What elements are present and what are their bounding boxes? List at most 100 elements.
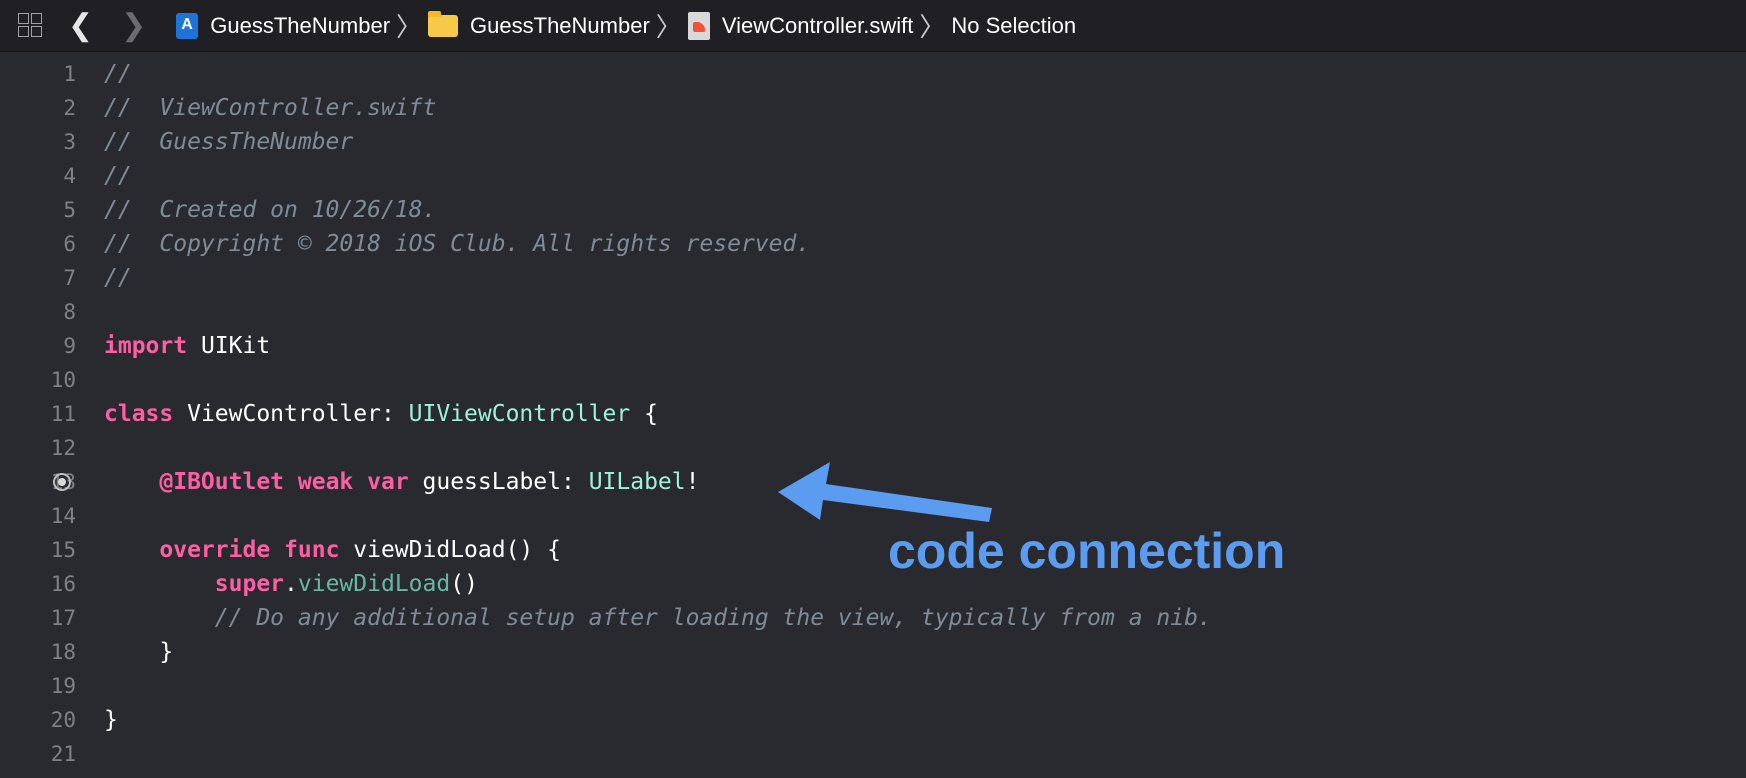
line-number: 18	[50, 640, 76, 664]
code-line[interactable]: 8	[0, 295, 1746, 329]
code-line[interactable]: 10	[0, 363, 1746, 397]
line-number: 21	[50, 742, 76, 766]
code-token: viewDidLoad() {	[339, 537, 561, 563]
code-token: UIKit	[187, 333, 271, 359]
code-text: //	[104, 265, 132, 291]
breadcrumb-selection-label: No Selection	[951, 12, 1077, 38]
jump-bar: ❮ ❯ GuessTheNumber 〉 GuessTheNumber 〉 Vi…	[0, 0, 1746, 52]
code-token: //	[104, 265, 132, 291]
line-number: 4	[63, 164, 76, 188]
code-token: UILabel	[588, 469, 686, 495]
line-number: 16	[50, 572, 76, 596]
line-number: 17	[50, 606, 76, 630]
code-token: // ViewController.swift	[104, 95, 437, 121]
line-number: 5	[63, 198, 76, 222]
code-text: //	[104, 163, 132, 189]
code-text: // GuessTheNumber	[104, 129, 353, 155]
code-text: super.viewDidLoad()	[104, 571, 478, 597]
code-line[interactable]: 4 //	[0, 159, 1746, 193]
breadcrumb-project-label: GuessTheNumber	[210, 12, 391, 38]
line-number: 7	[63, 266, 76, 290]
code-token: class	[104, 401, 174, 427]
code-line[interactable]: 2 // ViewController.swift	[0, 91, 1746, 125]
breadcrumb-separator: 〉	[919, 12, 946, 42]
code-token: .	[284, 571, 298, 597]
forward-chevron-icon[interactable]: ❯	[121, 8, 146, 43]
code-line[interactable]: 21	[0, 737, 1746, 771]
outlet-connection-icon[interactable]	[53, 473, 71, 491]
code-line[interactable]: 5 // Created on 10/26/18.	[0, 193, 1746, 227]
code-token: }	[104, 707, 118, 733]
code-line[interactable]: 11 class ViewController: UIViewController…	[0, 397, 1746, 431]
code-line[interactable]: 18 }	[0, 635, 1746, 669]
line-number: 9	[63, 334, 76, 358]
folder-icon	[428, 10, 459, 37]
code-text: //	[104, 61, 132, 87]
code-token: // Do any additional setup after loading…	[104, 605, 1212, 631]
code-text: // Do any additional setup after loading…	[104, 605, 1212, 631]
code-token: {	[630, 401, 658, 427]
line-number: 3	[63, 130, 76, 154]
code-text: class ViewController: UIViewController {	[104, 401, 658, 427]
code-line[interactable]: 9 import UIKit	[0, 329, 1746, 363]
code-token: // Created on 10/26/18.	[104, 197, 437, 223]
line-number: 1	[63, 62, 76, 86]
line-number: 11	[50, 402, 76, 426]
line-number: 13	[50, 470, 76, 494]
breadcrumb-separator: 〉	[396, 12, 423, 42]
code-token: //	[104, 163, 132, 189]
code-token: import	[104, 333, 188, 359]
code-line[interactable]: 20}	[0, 703, 1746, 737]
breadcrumb-group[interactable]: GuessTheNumber	[428, 10, 650, 39]
breadcrumb-file-label: ViewController.swift	[721, 12, 914, 38]
code-line[interactable]: 12	[0, 431, 1746, 465]
code-line[interactable]: 1 //	[0, 57, 1746, 91]
code-text: // Created on 10/26/18.	[104, 197, 436, 223]
code-line[interactable]: 19	[0, 669, 1746, 703]
code-text: import UIKit	[104, 333, 270, 359]
code-editor[interactable]: 1 // 2 // ViewController.swift 3 // GuessTheN…	[0, 52, 1746, 778]
code-token: viewDidLoad	[297, 571, 451, 597]
code-line[interactable]: 6 // Copyright © 2018 iOS Club. All right…	[0, 227, 1746, 261]
code-token: }	[104, 639, 174, 665]
back-chevron-icon[interactable]: ❮	[68, 8, 93, 43]
xcode-project-icon	[176, 12, 199, 39]
breadcrumb-project[interactable]: GuessTheNumber	[146, 12, 391, 39]
code-line[interactable]: 16 super.viewDidLoad()	[0, 567, 1746, 601]
code-token: @IBOutlet	[159, 469, 285, 495]
code-text: // ViewController.swift	[104, 95, 436, 121]
code-line[interactable]: 3 // GuessTheNumber	[0, 125, 1746, 159]
code-token: var	[367, 469, 409, 495]
code-text: // Copyright © 2018 iOS Club. All rights…	[104, 231, 810, 257]
code-token: override	[159, 537, 271, 563]
code-line[interactable]: 17 // Do any additional setup after load…	[0, 601, 1746, 635]
related-items-grid-icon[interactable]	[16, 11, 46, 41]
breadcrumb-selection[interactable]: No Selection	[951, 13, 1076, 39]
line-number: 14	[50, 504, 76, 528]
code-token: // Copyright © 2018 iOS Club. All rights…	[104, 231, 811, 257]
line-number: 20	[50, 708, 76, 732]
code-text: }	[104, 639, 173, 665]
breadcrumb-file[interactable]: ViewController.swift	[687, 11, 914, 40]
code-token: ViewController:	[173, 401, 409, 427]
code-token: guessLabel:	[408, 469, 589, 495]
line-number: 2	[63, 96, 76, 120]
code-token: super	[214, 571, 285, 597]
breadcrumb-group-label: GuessTheNumber	[470, 12, 650, 38]
code-text: override func viewDidLoad() {	[104, 537, 561, 563]
line-number: 19	[50, 674, 76, 698]
code-token: ()	[450, 571, 478, 597]
line-number: 10	[50, 368, 76, 392]
code-text: @IBOutlet weak var guessLabel: UILabel!	[104, 469, 699, 495]
swift-file-icon	[687, 11, 710, 40]
code-line[interactable]: 7 //	[0, 261, 1746, 295]
line-number: 6	[63, 232, 76, 256]
code-token: //	[104, 61, 132, 87]
code-token: weak	[297, 469, 354, 495]
